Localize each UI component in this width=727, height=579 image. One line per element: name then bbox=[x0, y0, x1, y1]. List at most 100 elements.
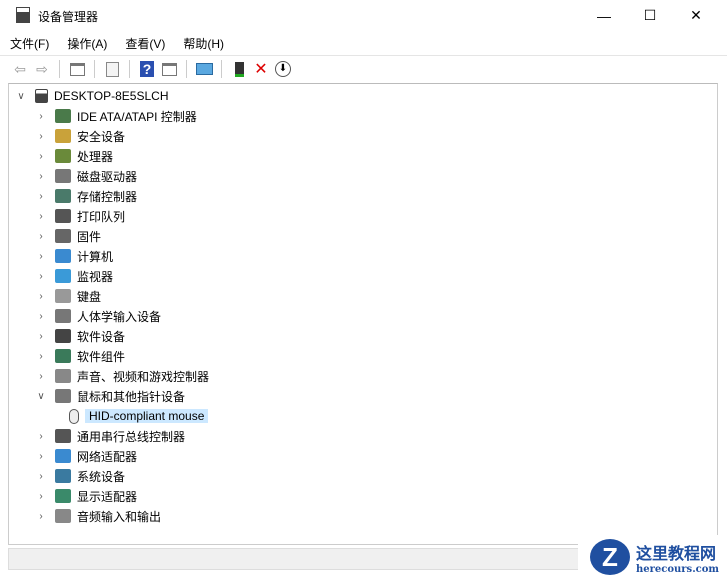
chevron-right-icon[interactable]: › bbox=[35, 151, 47, 162]
chevron-right-icon[interactable]: › bbox=[35, 211, 47, 222]
back-icon[interactable]: ⇦ bbox=[10, 59, 30, 79]
tree-item[interactable]: › 处理器 bbox=[35, 146, 113, 166]
chevron-right-icon[interactable]: › bbox=[35, 171, 47, 182]
tree-item[interactable]: › 监视器 bbox=[35, 266, 113, 286]
chevron-down-icon[interactable]: ∨ bbox=[15, 91, 27, 102]
help-icon[interactable]: ? bbox=[137, 59, 157, 79]
tree-item[interactable]: ∨ 鼠标和其他指针设备 bbox=[35, 386, 185, 406]
tree-item-label: 通用串行总线控制器 bbox=[77, 429, 186, 444]
tree-item[interactable]: › 网络适配器 bbox=[35, 446, 137, 466]
tree-item-label: 计算机 bbox=[77, 249, 114, 264]
chevron-right-icon[interactable]: › bbox=[35, 131, 47, 142]
menu-action[interactable]: 操作(A) bbox=[57, 32, 115, 54]
tree-item-label: 软件设备 bbox=[77, 329, 126, 344]
chevron-right-icon[interactable]: › bbox=[35, 371, 47, 382]
tree-item-label: 网络适配器 bbox=[77, 449, 138, 464]
tree-item[interactable]: › IDE ATA/ATAPI 控制器 bbox=[35, 106, 197, 126]
tree-item[interactable]: › 打印队列 bbox=[35, 206, 125, 226]
chevron-right-icon[interactable]: › bbox=[35, 251, 47, 262]
chevron-right-icon[interactable]: › bbox=[35, 511, 47, 522]
update-driver-icon[interactable] bbox=[229, 59, 249, 79]
device-category-icon bbox=[55, 229, 71, 243]
tree-item[interactable]: › 存储控制器 bbox=[35, 186, 137, 206]
chevron-right-icon[interactable]: › bbox=[35, 111, 47, 122]
tree-item[interactable]: › 固件 bbox=[35, 226, 101, 246]
show-hide-console-tree-icon[interactable] bbox=[67, 59, 87, 79]
device-category-icon bbox=[55, 369, 71, 383]
device-category-icon bbox=[55, 269, 71, 283]
toolbar: ⇦ ⇨ ? ✕ ⬇ bbox=[0, 55, 727, 82]
watermark-title: 这里教程网 bbox=[636, 543, 717, 563]
device-category-icon bbox=[55, 469, 71, 483]
chevron-right-icon[interactable]: › bbox=[35, 491, 47, 502]
uninstall-icon[interactable]: ✕ bbox=[251, 59, 271, 79]
menu-file[interactable]: 文件(F) bbox=[0, 32, 57, 54]
tree-item-label: 打印队列 bbox=[77, 209, 126, 224]
device-category-icon bbox=[55, 249, 71, 263]
tree-item[interactable]: › 显示适配器 bbox=[35, 486, 137, 506]
tree-item-label: 声音、视频和游戏控制器 bbox=[77, 369, 210, 384]
mouse-icon bbox=[69, 408, 79, 424]
device-category-icon bbox=[55, 329, 71, 343]
device-category-icon bbox=[55, 289, 71, 303]
chevron-right-icon[interactable]: › bbox=[35, 231, 47, 242]
tree-item[interactable]: › 声音、视频和游戏控制器 bbox=[35, 366, 209, 386]
chevron-right-icon[interactable]: › bbox=[35, 291, 47, 302]
tree-item-label: 音频输入和输出 bbox=[77, 509, 162, 524]
tree-item[interactable]: › 磁盘驱动器 bbox=[35, 166, 137, 186]
chevron-right-icon[interactable]: › bbox=[35, 311, 47, 322]
tree-item-label: 人体学输入设备 bbox=[77, 309, 162, 324]
device-category-icon bbox=[55, 169, 71, 183]
minimize-button[interactable]: — bbox=[581, 0, 627, 31]
device-manager-icon bbox=[16, 7, 30, 23]
menu-bar: 文件(F) 操作(A) 查看(V) 帮助(H) bbox=[0, 32, 232, 54]
tree-item[interactable]: › 键盘 bbox=[35, 286, 101, 306]
menu-view[interactable]: 查看(V) bbox=[115, 32, 173, 54]
tree-item-label: IDE ATA/ATAPI 控制器 bbox=[77, 109, 197, 124]
device-category-icon bbox=[55, 309, 71, 323]
tree-item-label: 固件 bbox=[77, 229, 102, 244]
tree-item-label: 磁盘驱动器 bbox=[77, 169, 138, 184]
watermark: Z 这里教程网 herecours.com bbox=[578, 535, 727, 579]
root-label: DESKTOP-8E5SLCH bbox=[54, 89, 169, 103]
tree-item[interactable]: › 软件组件 bbox=[35, 346, 125, 366]
device-category-icon bbox=[55, 149, 71, 163]
device-category-icon bbox=[55, 509, 71, 523]
properties-icon[interactable] bbox=[102, 59, 122, 79]
device-category-icon bbox=[55, 349, 71, 363]
disable-device-icon[interactable]: ⬇ bbox=[273, 59, 293, 79]
tree-item[interactable]: › 人体学输入设备 bbox=[35, 306, 161, 326]
chevron-right-icon[interactable]: › bbox=[35, 351, 47, 362]
forward-icon[interactable]: ⇨ bbox=[32, 59, 52, 79]
tree-item[interactable]: › 通用串行总线控制器 bbox=[35, 426, 185, 446]
tree-item[interactable]: › 安全设备 bbox=[35, 126, 125, 146]
title-bar: 设备管理器 — ☐ ✕ bbox=[0, 0, 727, 31]
chevron-right-icon[interactable]: › bbox=[35, 191, 47, 202]
tree-item-label: 安全设备 bbox=[77, 129, 126, 144]
chevron-right-icon[interactable]: › bbox=[35, 331, 47, 342]
tree-item[interactable]: › 系统设备 bbox=[35, 466, 125, 486]
device-tree[interactable]: ∨ DESKTOP-8E5SLCH › IDE ATA/ATAPI 控制器 › 安全设… bbox=[8, 83, 718, 545]
tree-item[interactable]: › 软件设备 bbox=[35, 326, 125, 346]
scan-hardware-icon[interactable] bbox=[194, 59, 214, 79]
show-hide-action-pane-icon[interactable] bbox=[159, 59, 179, 79]
window-title: 设备管理器 bbox=[38, 10, 99, 24]
maximize-button[interactable]: ☐ bbox=[627, 0, 673, 31]
tree-root[interactable]: ∨ DESKTOP-8E5SLCH bbox=[15, 86, 169, 106]
tree-item[interactable]: › 音频输入和输出 bbox=[35, 506, 161, 526]
chevron-right-icon[interactable]: › bbox=[35, 431, 47, 442]
device-category-icon bbox=[55, 389, 71, 403]
device-category-icon bbox=[55, 209, 71, 223]
chevron-right-icon[interactable]: › bbox=[35, 271, 47, 282]
menu-help[interactable]: 帮助(H) bbox=[173, 32, 232, 54]
tree-item-label: 处理器 bbox=[77, 149, 114, 164]
tree-item-label: 显示适配器 bbox=[77, 489, 138, 504]
chevron-right-icon[interactable]: › bbox=[35, 471, 47, 482]
device-category-icon bbox=[55, 189, 71, 203]
chevron-right-icon[interactable]: › bbox=[35, 451, 47, 462]
tree-item[interactable]: › 计算机 bbox=[35, 246, 113, 266]
tree-item-label: 鼠标和其他指针设备 bbox=[77, 389, 186, 404]
tree-child-item[interactable]: HID-compliant mouse bbox=[69, 406, 209, 426]
chevron-down-icon[interactable]: ∨ bbox=[35, 391, 47, 402]
close-button[interactable]: ✕ bbox=[673, 0, 719, 31]
